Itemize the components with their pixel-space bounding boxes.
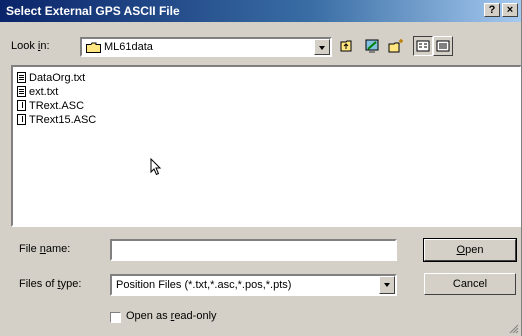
up-one-level-button[interactable] — [337, 36, 357, 56]
look-in-combobox[interactable]: ML61data — [80, 37, 332, 57]
new-folder-icon — [388, 39, 403, 53]
file-name-label: DataOrg.txt — [29, 72, 86, 84]
title-bar[interactable]: Select External GPS ASCII File ? × — [0, 0, 521, 22]
close-icon: × — [506, 4, 514, 16]
file-name-input[interactable] — [110, 239, 397, 261]
list-view-button[interactable] — [413, 36, 433, 56]
file-type-value: Position Files (*.txt,*.asc,*.pos,*.pts) — [116, 279, 292, 291]
file-name-label: ext.txt — [29, 86, 59, 98]
desktop-icon — [365, 39, 379, 53]
text-file-icon — [17, 86, 26, 97]
help-icon: ? — [488, 4, 496, 16]
file-name-label: File name: — [19, 243, 71, 255]
file-dialog: Select External GPS ASCII File ? × Look … — [0, 0, 522, 336]
up-one-level-icon — [340, 40, 352, 52]
desktop-button[interactable] — [362, 36, 382, 56]
file-type-select[interactable]: Position Files (*.txt,*.asc,*.pos,*.pts) — [110, 274, 397, 296]
file-type-dropdown-arrow[interactable] — [379, 276, 395, 294]
file-list[interactable]: DataOrg.txt ext.txt TRext.ASC TRext15.AS… — [11, 65, 521, 227]
look-in-value: ML61data — [104, 41, 153, 53]
file-type-label: Files of type: — [19, 278, 82, 290]
dialog-title: Select External GPS ASCII File — [6, 4, 180, 18]
asc-file-icon — [17, 114, 26, 125]
list-view-icon — [416, 40, 430, 52]
file-name-label: TRext15.ASC — [29, 114, 97, 126]
text-file-icon — [17, 72, 26, 83]
resize-grip-icon[interactable] — [509, 324, 519, 334]
file-name-label: TRext.ASC — [29, 100, 85, 112]
details-view-button[interactable] — [433, 36, 453, 56]
cancel-button[interactable]: Cancel — [424, 273, 516, 295]
details-view-icon — [436, 40, 450, 52]
mouse-pointer-icon — [150, 158, 162, 176]
read-only-checkbox[interactable] — [110, 312, 121, 323]
folder-icon — [86, 42, 101, 53]
open-button[interactable]: Open — [423, 238, 517, 262]
help-button[interactable]: ? — [484, 3, 500, 17]
read-only-label[interactable]: Open as read-only — [126, 310, 217, 322]
close-button[interactable]: × — [502, 3, 518, 17]
new-folder-button[interactable] — [386, 36, 406, 56]
look-in-label: Look in: — [11, 40, 50, 52]
look-in-dropdown-arrow[interactable] — [314, 39, 330, 55]
asc-file-icon — [17, 100, 26, 111]
